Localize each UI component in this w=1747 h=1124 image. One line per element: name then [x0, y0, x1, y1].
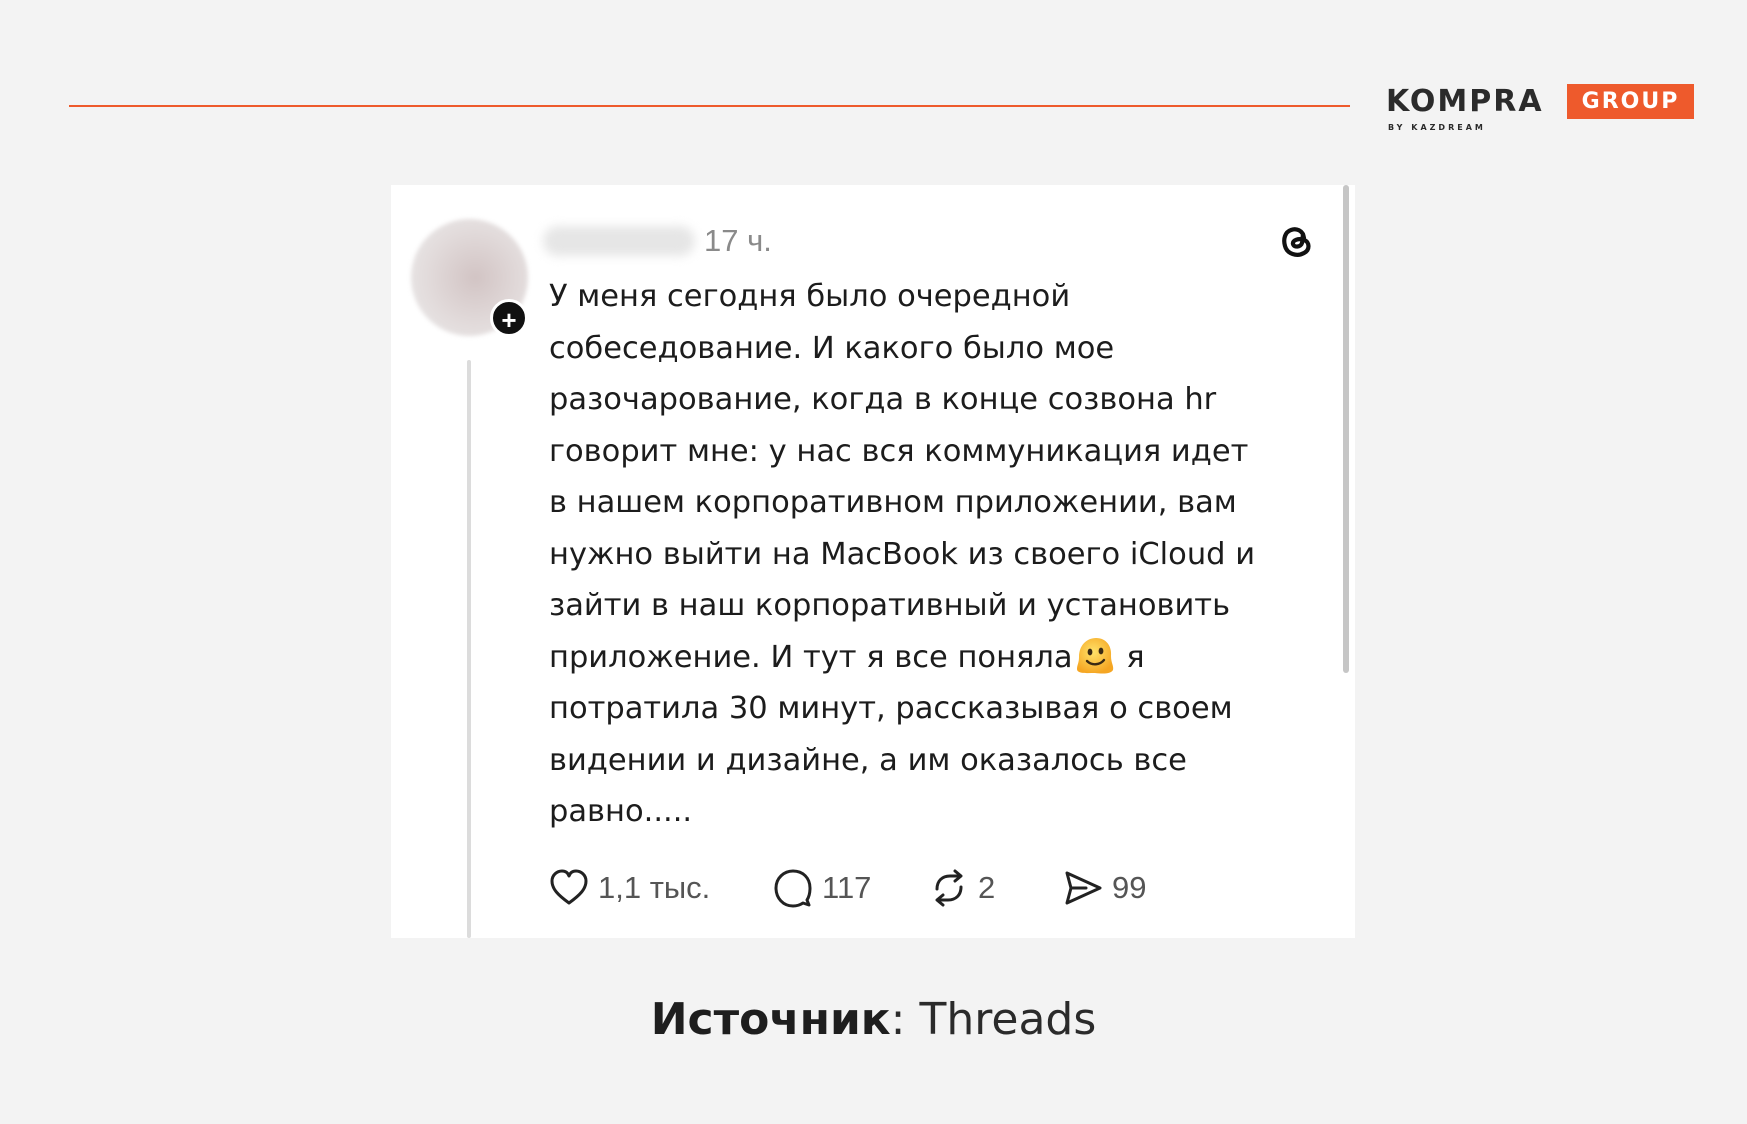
heart-icon: [550, 869, 588, 905]
repost-count: 2: [978, 870, 996, 905]
brand-subtitle: BY KAZDREAM: [1388, 123, 1486, 132]
follow-plus-icon[interactable]: +: [490, 299, 528, 337]
threads-post-card: + 17 ч. У меня сегодня было очередной со…: [391, 185, 1355, 938]
post-actions: 1,1 тыс. 117 2 99: [548, 863, 1248, 913]
kompra-group-logo: KOMPRA GROUP BY KAZDREAM: [1386, 84, 1696, 134]
caption-source: Threads: [919, 994, 1097, 1045]
like-count: 1,1 тыс.: [598, 870, 711, 905]
brand-badge: GROUP: [1567, 84, 1694, 119]
repost-icon: [935, 869, 963, 907]
post-timestamp: 17 ч.: [704, 223, 772, 258]
caption-label: Источник: [650, 994, 891, 1045]
header-divider: [69, 105, 1350, 107]
send-icon: [1065, 871, 1102, 905]
share-count: 99: [1112, 870, 1147, 905]
reply-count: 117: [822, 870, 872, 905]
brand-name: KOMPRA: [1386, 84, 1544, 119]
username-blurred[interactable]: [543, 226, 695, 256]
reply-button[interactable]: 117: [772, 863, 871, 913]
scrollbar[interactable]: [1343, 185, 1349, 673]
post-body: У меня сегодня было очередной собеседова…: [549, 271, 1339, 838]
caption-separator: :: [890, 994, 920, 1045]
like-button[interactable]: 1,1 тыс.: [548, 863, 710, 913]
source-caption: Источник: Threads: [0, 990, 1747, 1050]
melting-face-icon: [1076, 637, 1113, 674]
post-text-part-1: У меня сегодня было очередной собеседова…: [549, 279, 1256, 675]
comment-bubble-icon: [774, 869, 812, 908]
repost-button[interactable]: 2: [928, 863, 995, 913]
threads-logo-icon[interactable]: [1275, 219, 1317, 263]
thread-line: [467, 360, 471, 938]
share-button[interactable]: 99: [1062, 863, 1146, 913]
